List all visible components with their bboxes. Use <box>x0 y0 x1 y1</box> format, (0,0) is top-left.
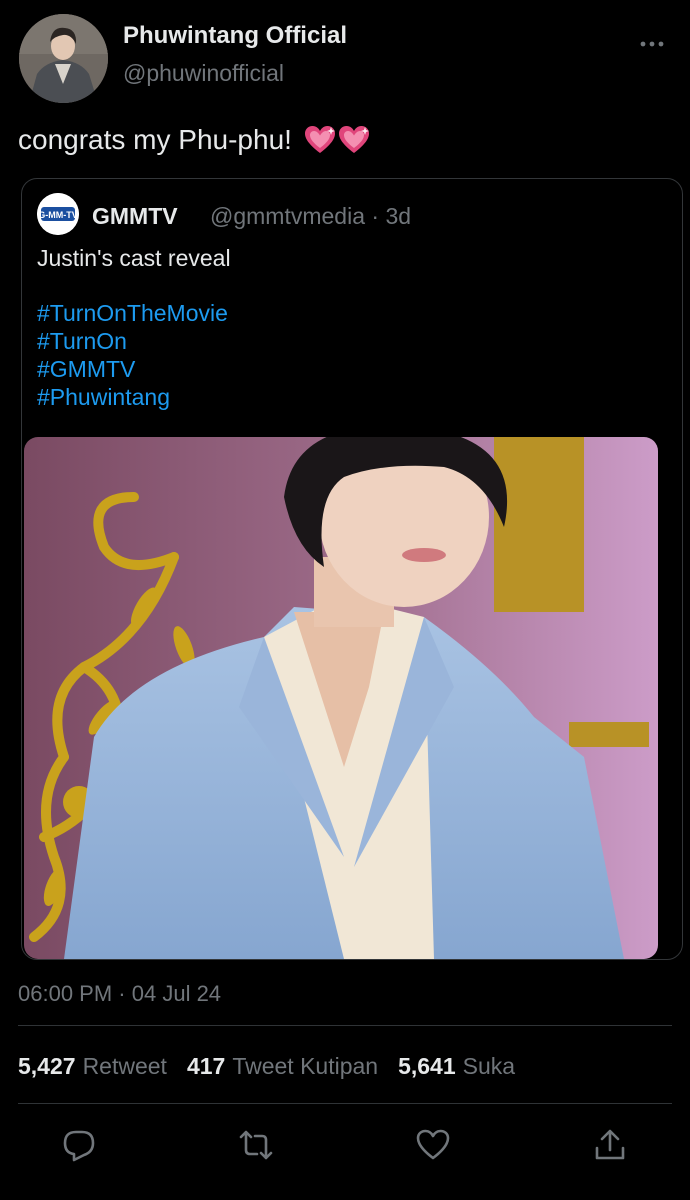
quoted-hashtags: #TurnOnTheMovie #TurnOn #GMMTV #Phuwinta… <box>37 299 228 411</box>
tweet-timestamp[interactable]: 06:00 PM · 04 Jul 24 <box>18 981 221 1007</box>
hashtag-link[interactable]: #Phuwintang <box>37 383 228 411</box>
quoted-media-photo[interactable] <box>24 437 658 959</box>
quotes-label: Tweet Kutipan <box>232 1053 379 1079</box>
quoted-age[interactable]: 3d <box>385 203 411 229</box>
gmmtv-logo[interactable]: G-MM-TV <box>37 193 79 235</box>
logo-text: G-MM-TV <box>38 210 78 220</box>
retweet-icon[interactable] <box>239 1128 273 1162</box>
likes-label: Suka <box>462 1053 516 1079</box>
likes-count: 5,641 <box>398 1053 456 1079</box>
author-handle[interactable]: @phuwinofficial <box>123 60 284 87</box>
engagement-stats: 5,427 Retweet 417 Tweet Kutipan 5,641 Suka <box>18 1053 515 1080</box>
author-avatar[interactable] <box>19 14 108 103</box>
sparkling-heart-icon <box>304 125 370 155</box>
quoted-handle[interactable]: @gmmtvmedia <box>210 203 365 229</box>
divider <box>18 1025 672 1026</box>
meta-separator: · <box>371 203 380 229</box>
hashtag-link[interactable]: #TurnOn <box>37 327 228 355</box>
share-icon[interactable] <box>593 1128 627 1162</box>
like-icon[interactable] <box>416 1128 450 1162</box>
tweet-body: congrats my Phu-phu! <box>18 124 370 156</box>
tweet-time: 06:00 PM <box>18 981 113 1006</box>
quoted-tweet[interactable]: G-MM-TV GMMTV @gmmtvmedia · 3d Justin's … <box>21 178 683 960</box>
quoted-meta: @gmmtvmedia · 3d <box>210 203 411 230</box>
divider <box>18 1103 672 1104</box>
retweets-label: Retweet <box>82 1053 167 1079</box>
quotes-count: 417 <box>186 1053 226 1079</box>
reply-icon[interactable] <box>62 1128 96 1162</box>
likes-stat[interactable]: 5,641 Suka <box>398 1053 515 1080</box>
hashtag-link[interactable]: #GMMTV <box>37 355 228 383</box>
hashtag-link[interactable]: #TurnOnTheMovie <box>37 299 228 327</box>
tweet-text: congrats my Phu-phu! <box>18 124 292 155</box>
quoted-text: Justin's cast reveal <box>37 245 231 271</box>
more-options-icon[interactable] <box>638 36 666 52</box>
retweets-count: 5,427 <box>18 1053 76 1079</box>
author-display-name[interactable]: Phuwintang Official <box>123 22 347 50</box>
tweet-date: 04 Jul 24 <box>131 981 222 1006</box>
timestamp-separator: · <box>118 981 126 1006</box>
quotes-stat[interactable]: 417 Tweet Kutipan <box>187 1053 378 1080</box>
quoted-display-name[interactable]: GMMTV <box>92 203 178 230</box>
avatar-photo <box>19 14 108 103</box>
retweets-stat[interactable]: 5,427 Retweet <box>18 1053 167 1080</box>
